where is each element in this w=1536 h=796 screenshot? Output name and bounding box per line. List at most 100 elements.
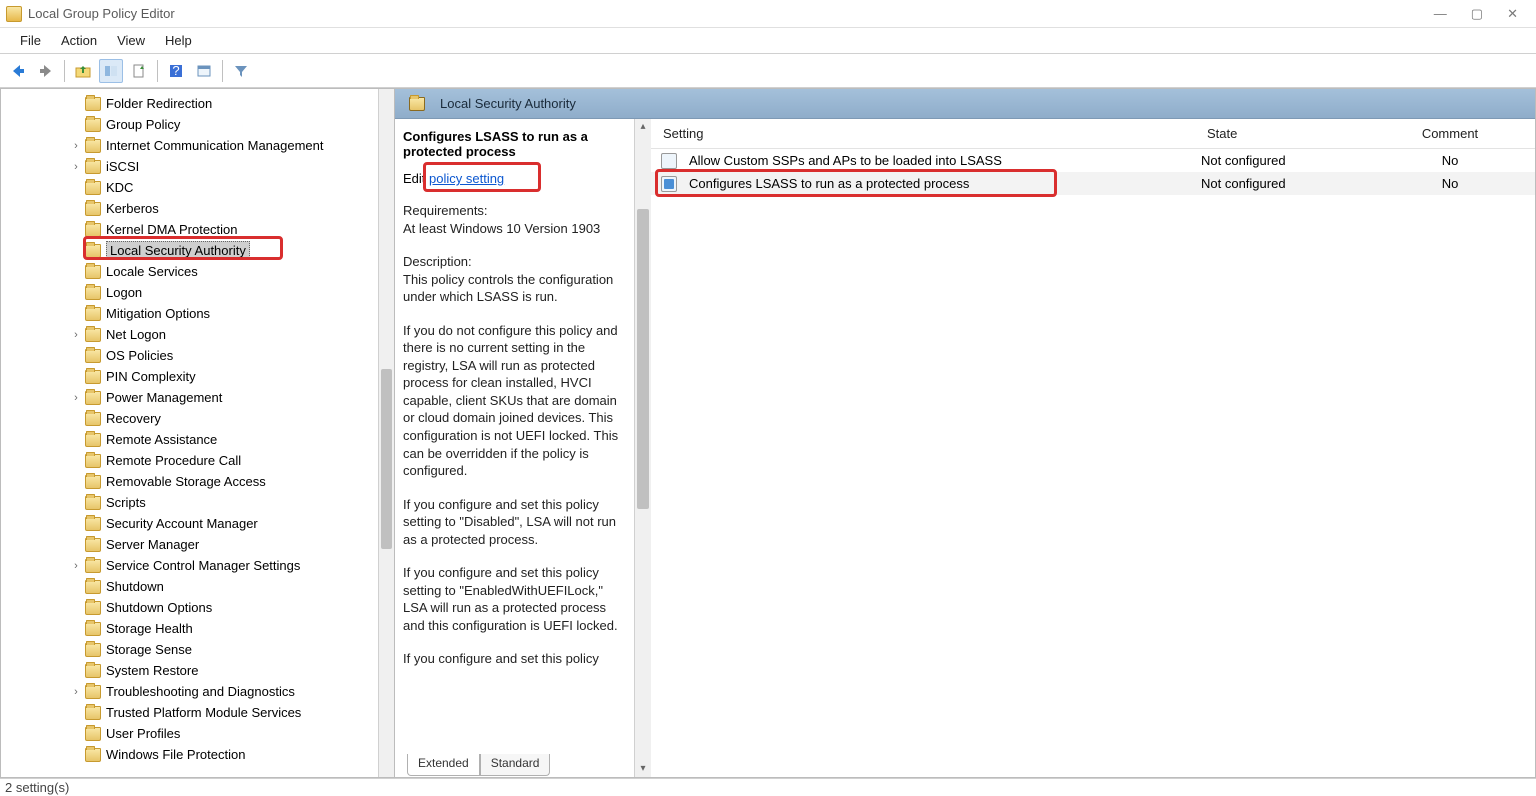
path-header: Local Security Authority <box>395 89 1535 119</box>
header-setting[interactable]: Setting <box>651 126 1195 141</box>
folder-icon <box>409 97 425 111</box>
settings-row[interactable]: Allow Custom SSPs and APs to be loaded i… <box>651 149 1535 172</box>
tree-item[interactable]: Security Account Manager <box>1 513 394 534</box>
tree-item[interactable]: › iSCSI <box>1 156 394 177</box>
tree-item-label: User Profiles <box>106 726 180 741</box>
tree-item-label: Mitigation Options <box>106 306 210 321</box>
scroll-up-icon[interactable]: ▴ <box>635 119 651 135</box>
tab-standard[interactable]: Standard <box>480 754 551 776</box>
tree-item[interactable]: Shutdown Options <box>1 597 394 618</box>
tree-item[interactable]: Locale Services <box>1 261 394 282</box>
tree-item[interactable]: Scripts <box>1 492 394 513</box>
policy-tree: Folder Redirection Group Policy›Internet … <box>1 89 394 765</box>
expand-icon[interactable]: › <box>69 161 83 173</box>
expand-icon[interactable]: › <box>69 329 83 341</box>
folder-icon <box>85 622 101 636</box>
toolbar: ? <box>0 54 1536 88</box>
menu-view[interactable]: View <box>107 30 155 51</box>
folder-icon <box>85 181 101 195</box>
header-comment[interactable]: Comment <box>1365 126 1535 141</box>
up-level-button[interactable] <box>71 59 95 83</box>
description-p3: If you configure and set this policy set… <box>403 496 626 549</box>
tree-item[interactable]: Remote Procedure Call <box>1 450 394 471</box>
expand-icon[interactable]: › <box>69 560 83 572</box>
tree-item-label: Kerberos <box>106 201 159 216</box>
tree-item[interactable]: Logon <box>1 282 394 303</box>
tree-item[interactable]: ›Troubleshooting and Diagnostics <box>1 681 394 702</box>
tree-item[interactable]: User Profiles <box>1 723 394 744</box>
settings-row[interactable]: Configures LSASS to run as a protected p… <box>651 172 1535 195</box>
policy-setting-link[interactable]: policy setting <box>429 171 504 186</box>
statusbar: 2 setting(s) <box>0 778 1536 796</box>
expand-icon[interactable]: › <box>69 686 83 698</box>
tree-item[interactable]: ›Power Management <box>1 387 394 408</box>
menubar: File Action View Help <box>0 28 1536 54</box>
folder-icon <box>85 727 101 741</box>
tree-item[interactable]: OS Policies <box>1 345 394 366</box>
tree-item[interactable]: Remote Assistance <box>1 429 394 450</box>
tree-item[interactable]: Trusted Platform Module Services <box>1 702 394 723</box>
window-titlebar: Local Group Policy Editor — ▢ ✕ <box>0 0 1536 28</box>
tree-item[interactable]: Group Policy <box>1 114 394 135</box>
tree-item-label: Remote Assistance <box>106 432 217 447</box>
folder-icon <box>85 202 101 216</box>
tree-item[interactable]: ›Service Control Manager Settings <box>1 555 394 576</box>
tree-item-label: Folder Redirection <box>106 96 212 111</box>
edit-line: Edit policy setting <box>403 171 626 186</box>
tree-item[interactable]: Kernel DMA Protection <box>1 219 394 240</box>
tree-item[interactable]: Recovery <box>1 408 394 429</box>
scroll-down-icon[interactable]: ▾ <box>635 761 651 777</box>
tree-item-label: Recovery <box>106 411 161 426</box>
menu-file[interactable]: File <box>10 30 51 51</box>
details-pane: Local Security Authority Configures LSAS… <box>395 89 1536 778</box>
tree-scrollbar[interactable] <box>378 89 394 777</box>
tree-item[interactable]: ›Internet Communication Management <box>1 135 394 156</box>
folder-icon <box>85 433 101 447</box>
tree-item[interactable]: Windows File Protection <box>1 744 394 765</box>
menu-action[interactable]: Action <box>51 30 107 51</box>
tree-item[interactable]: Storage Health <box>1 618 394 639</box>
folder-icon <box>85 265 101 279</box>
tree-item[interactable]: Shutdown <box>1 576 394 597</box>
tree-item[interactable]: Server Manager <box>1 534 394 555</box>
tree-item[interactable]: Kerberos <box>1 198 394 219</box>
properties-button[interactable] <box>192 59 216 83</box>
scrollbar-thumb[interactable] <box>381 369 392 549</box>
tree-item[interactable]: Local Security Authority <box>1 240 394 261</box>
folder-icon <box>85 748 101 762</box>
scrollbar-thumb[interactable] <box>637 209 649 509</box>
menu-help[interactable]: Help <box>155 30 202 51</box>
tree-item[interactable]: System Restore <box>1 660 394 681</box>
help-button[interactable]: ? <box>164 59 188 83</box>
tree-item[interactable]: Folder Redirection <box>1 93 394 114</box>
tree-item[interactable]: Storage Sense <box>1 639 394 660</box>
folder-icon <box>85 475 101 489</box>
export-list-button[interactable] <box>127 59 151 83</box>
tree-item[interactable]: Removable Storage Access <box>1 471 394 492</box>
description-scrollbar[interactable]: ▴ ▾ <box>635 119 651 777</box>
tree-item[interactable]: ›Net Logon <box>1 324 394 345</box>
tree-item[interactable]: KDC <box>1 177 394 198</box>
close-button[interactable]: ✕ <box>1507 6 1518 22</box>
show-hide-tree-button[interactable] <box>99 59 123 83</box>
cell-setting: Allow Custom SSPs and APs to be loaded i… <box>683 153 1195 168</box>
tree-item-label: Storage Sense <box>106 642 192 657</box>
description-section: Description: This policy controls the co… <box>403 253 626 306</box>
tree-item-label: KDC <box>106 180 133 195</box>
tree-item-label: iSCSI <box>106 159 139 174</box>
expand-icon[interactable]: › <box>69 140 83 152</box>
tab-extended[interactable]: Extended <box>407 754 480 776</box>
nav-back-button[interactable] <box>6 59 30 83</box>
tree-item[interactable]: PIN Complexity <box>1 366 394 387</box>
nav-forward-button[interactable] <box>34 59 58 83</box>
minimize-button[interactable]: — <box>1434 6 1447 22</box>
expand-icon[interactable]: › <box>69 392 83 404</box>
filter-button[interactable] <box>229 59 253 83</box>
tree-scroll[interactable]: Folder Redirection Group Policy›Internet … <box>1 89 394 777</box>
tree-item[interactable]: Mitigation Options <box>1 303 394 324</box>
tree-item-label: System Restore <box>106 663 198 678</box>
header-state[interactable]: State <box>1195 126 1365 141</box>
maximize-button[interactable]: ▢ <box>1471 6 1483 22</box>
tree-item-label: OS Policies <box>106 348 173 363</box>
edit-prefix: Edit <box>403 171 429 186</box>
